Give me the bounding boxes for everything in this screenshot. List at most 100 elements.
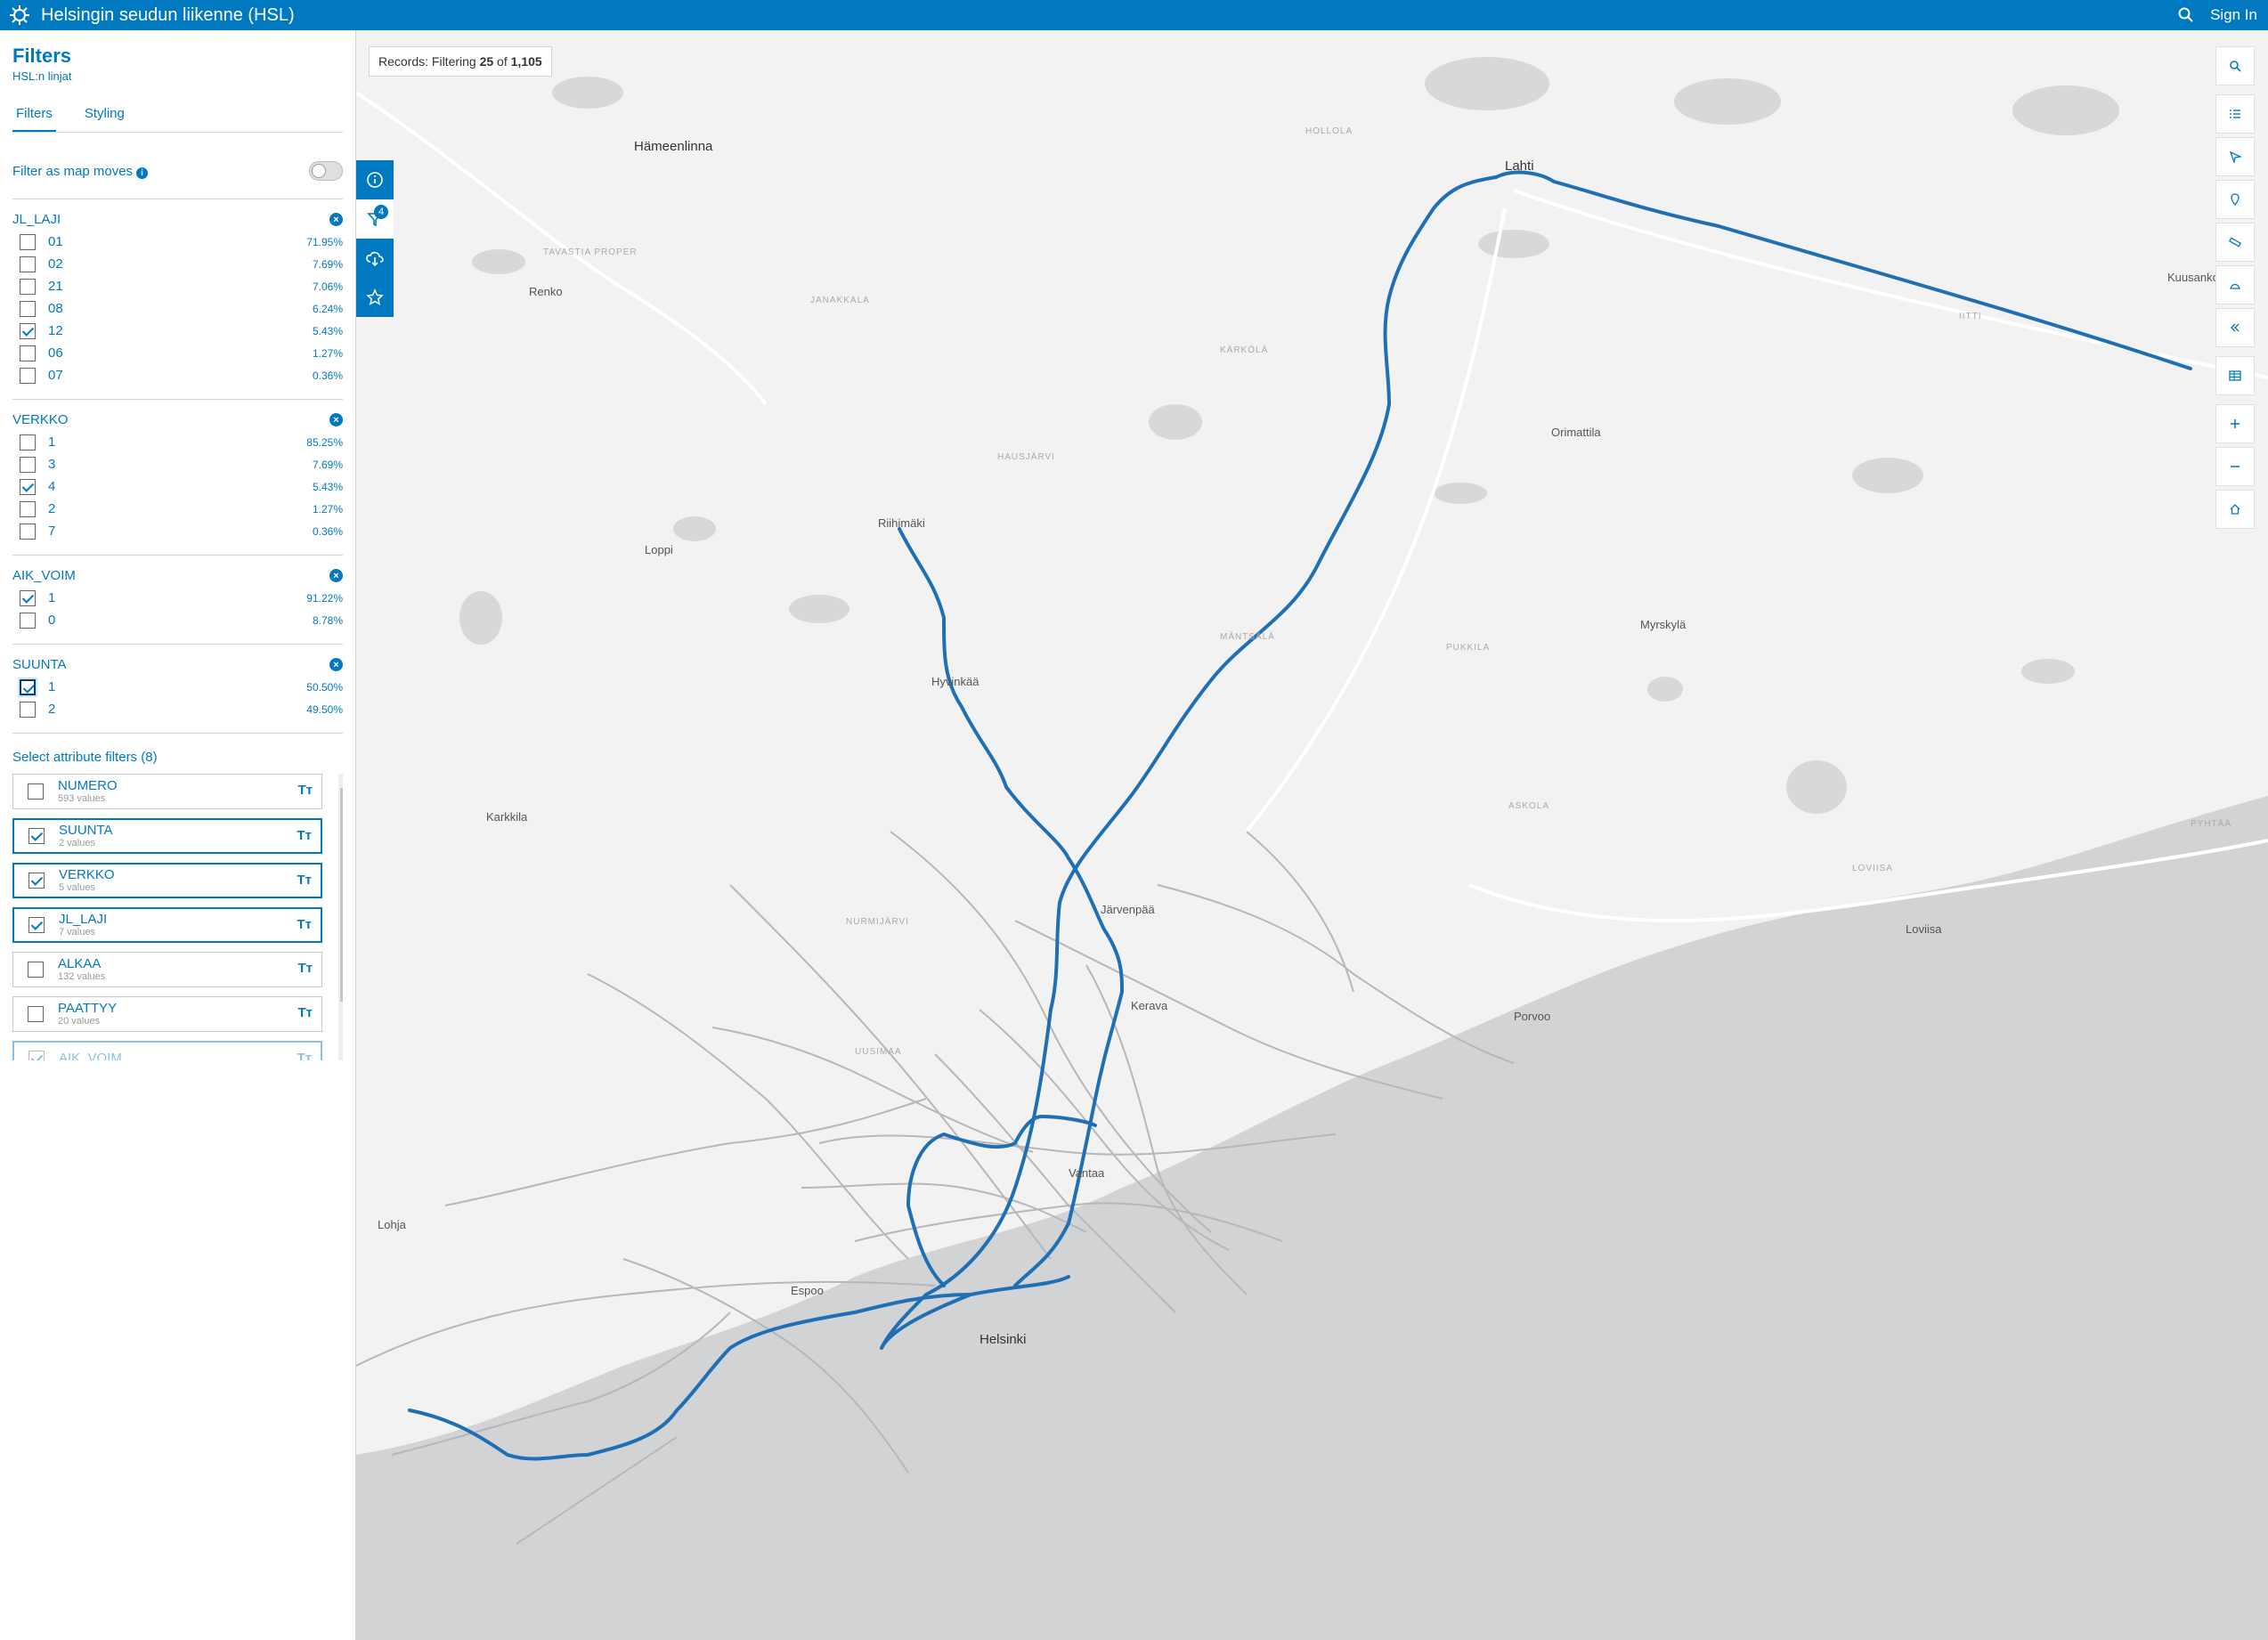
clear-filter-icon[interactable]: × (329, 658, 343, 671)
attribute-name: VERKKO (59, 867, 115, 882)
measure-button[interactable] (2215, 223, 2255, 262)
search-icon[interactable] (2178, 7, 2194, 23)
filter-option-percent: 7.69% (312, 458, 343, 471)
filter-option-checkbox[interactable] (20, 300, 36, 317)
filter-group-aik-voim: AIK_VOIM × 1 91.22% 0 8.78% (12, 568, 343, 631)
attribute-filter-item[interactable]: ALKAA 132 values Tт (12, 952, 322, 987)
filter-option-label: 2 (48, 702, 56, 717)
filter-as-map-moves-toggle[interactable] (309, 161, 343, 181)
tab-filters[interactable]: Filters (12, 99, 56, 132)
map-toolbar (2215, 46, 2255, 532)
attribute-checkbox[interactable] (28, 873, 45, 889)
filter-option-checkbox[interactable] (20, 678, 36, 695)
filter-group-suunta: SUUNTA × 1 50.50% 2 49.50% (12, 657, 343, 720)
filter-option[interactable]: 07 0.36% (12, 364, 343, 386)
filter-option[interactable]: 2 1.27% (12, 498, 343, 520)
attribute-checkbox[interactable] (28, 917, 45, 933)
filter-option[interactable]: 0 8.78% (12, 609, 343, 631)
filter-option-percent: 1.27% (312, 346, 343, 360)
collapse-button[interactable] (2215, 308, 2255, 347)
filter-option-checkbox[interactable] (20, 589, 36, 606)
sea-area (356, 796, 2268, 1640)
filter-option[interactable]: 02 7.69% (12, 253, 343, 275)
layers-button[interactable] (2215, 180, 2255, 219)
filter-option[interactable]: 12 5.43% (12, 320, 343, 342)
info-icon[interactable]: i (136, 166, 149, 179)
region-label: PYHTÄÄ (2191, 819, 2232, 829)
filter-option-checkbox[interactable] (20, 256, 36, 272)
filter-group-name: JL_LAJI (12, 212, 61, 227)
region-label: PUKKILA (1446, 643, 1491, 653)
filter-option-percent: 91.22% (306, 591, 343, 605)
place-label: Loppi (645, 543, 673, 556)
text-type-icon: Tт (297, 828, 312, 843)
filter-option-checkbox[interactable] (20, 523, 36, 540)
attribute-checkbox[interactable] (28, 1006, 44, 1022)
clear-filter-icon[interactable]: × (329, 213, 343, 226)
home-icon (2230, 504, 2240, 515)
zoom-out-button[interactable] (2215, 447, 2255, 486)
attribute-list-scrollbar[interactable] (338, 774, 343, 1060)
filter-option-percent: 0.36% (312, 369, 343, 382)
filter-option[interactable]: 06 1.27% (12, 342, 343, 364)
filter-option-percent: 1.27% (312, 502, 343, 516)
zoom-in-button[interactable] (2215, 404, 2255, 443)
app-header: Helsingin seudun liikenne (HSL) Sign In (0, 0, 2268, 30)
table-button[interactable] (2215, 356, 2255, 395)
filter-option[interactable]: 1 85.25% (12, 431, 343, 453)
attribute-checkbox[interactable] (28, 783, 44, 800)
filter-option-checkbox[interactable] (20, 367, 36, 384)
filter-option-checkbox[interactable] (20, 478, 36, 495)
locate-button[interactable] (2215, 137, 2255, 176)
filter-option[interactable]: 7 0.36% (12, 520, 343, 542)
attribute-name: NUMERO (58, 778, 118, 793)
filter-as-map-moves-row: Filter as map moves i (12, 161, 343, 181)
bookmark-widget-button[interactable] (356, 278, 394, 317)
filter-option[interactable]: 08 6.24% (12, 297, 343, 320)
clear-filter-icon[interactable]: × (329, 569, 343, 582)
attribute-checkbox[interactable] (28, 828, 45, 844)
filter-option-checkbox[interactable] (20, 345, 36, 361)
attribute-filter-item[interactable]: SUUNTA 2 values Tт (12, 818, 322, 854)
attribute-filter-item[interactable]: JL_LAJI 7 values Tт (12, 907, 322, 943)
scrollbar-thumb[interactable] (340, 788, 343, 1002)
filter-option-checkbox[interactable] (20, 278, 36, 295)
info-widget-button[interactable] (356, 160, 394, 199)
legend-button[interactable] (2215, 94, 2255, 134)
attribute-checkbox[interactable] (28, 962, 44, 978)
filter-option[interactable]: 01 71.95% (12, 231, 343, 253)
filter-option[interactable]: 1 50.50% (12, 676, 343, 698)
filter-option-checkbox[interactable] (20, 434, 36, 451)
filter-option-checkbox[interactable] (20, 612, 36, 629)
filter-option[interactable]: 21 7.06% (12, 275, 343, 297)
attribute-filter-item[interactable]: VERKKO 5 values Tт (12, 863, 322, 898)
filter-option-checkbox[interactable] (20, 322, 36, 339)
attribute-checkbox[interactable] (28, 1051, 45, 1060)
map-search-button[interactable] (2215, 46, 2255, 85)
filter-widget-button[interactable]: 4 (356, 199, 394, 239)
filter-option[interactable]: 3 7.69% (12, 453, 343, 475)
attribute-filter-item[interactable]: NUMERO 593 values Tт (12, 774, 322, 809)
home-button[interactable] (2215, 490, 2255, 529)
filter-option-percent: 49.50% (306, 702, 343, 716)
filter-option-checkbox[interactable] (20, 701, 36, 718)
clear-filter-icon[interactable]: × (329, 413, 343, 426)
sign-in-link[interactable]: Sign In (2210, 6, 2257, 24)
basemap-button[interactable] (2215, 265, 2255, 304)
text-type-icon: Tт (297, 873, 312, 888)
filter-option-checkbox[interactable] (20, 233, 36, 250)
filter-option[interactable]: 4 5.43% (12, 475, 343, 498)
filter-option-checkbox[interactable] (20, 500, 36, 517)
filter-option-label: 08 (48, 301, 63, 316)
filter-option-checkbox[interactable] (20, 456, 36, 473)
filter-count-badge: 4 (374, 205, 388, 219)
attribute-filter-item[interactable]: AIK_VOIM Tт (12, 1041, 322, 1060)
region-label: JANAKKALA (810, 296, 870, 305)
records-prefix: Records: Filtering (378, 54, 480, 69)
attribute-filter-item[interactable]: PAATTYY 20 values Tт (12, 996, 322, 1032)
filter-option[interactable]: 2 49.50% (12, 698, 343, 720)
tab-styling[interactable]: Styling (81, 99, 128, 132)
export-widget-button[interactable] (356, 239, 394, 278)
filter-option[interactable]: 1 91.22% (12, 587, 343, 609)
map-view[interactable]: Hämeenlinna Lahti Riihimäki Hyvinkää Jär… (356, 30, 2268, 1640)
